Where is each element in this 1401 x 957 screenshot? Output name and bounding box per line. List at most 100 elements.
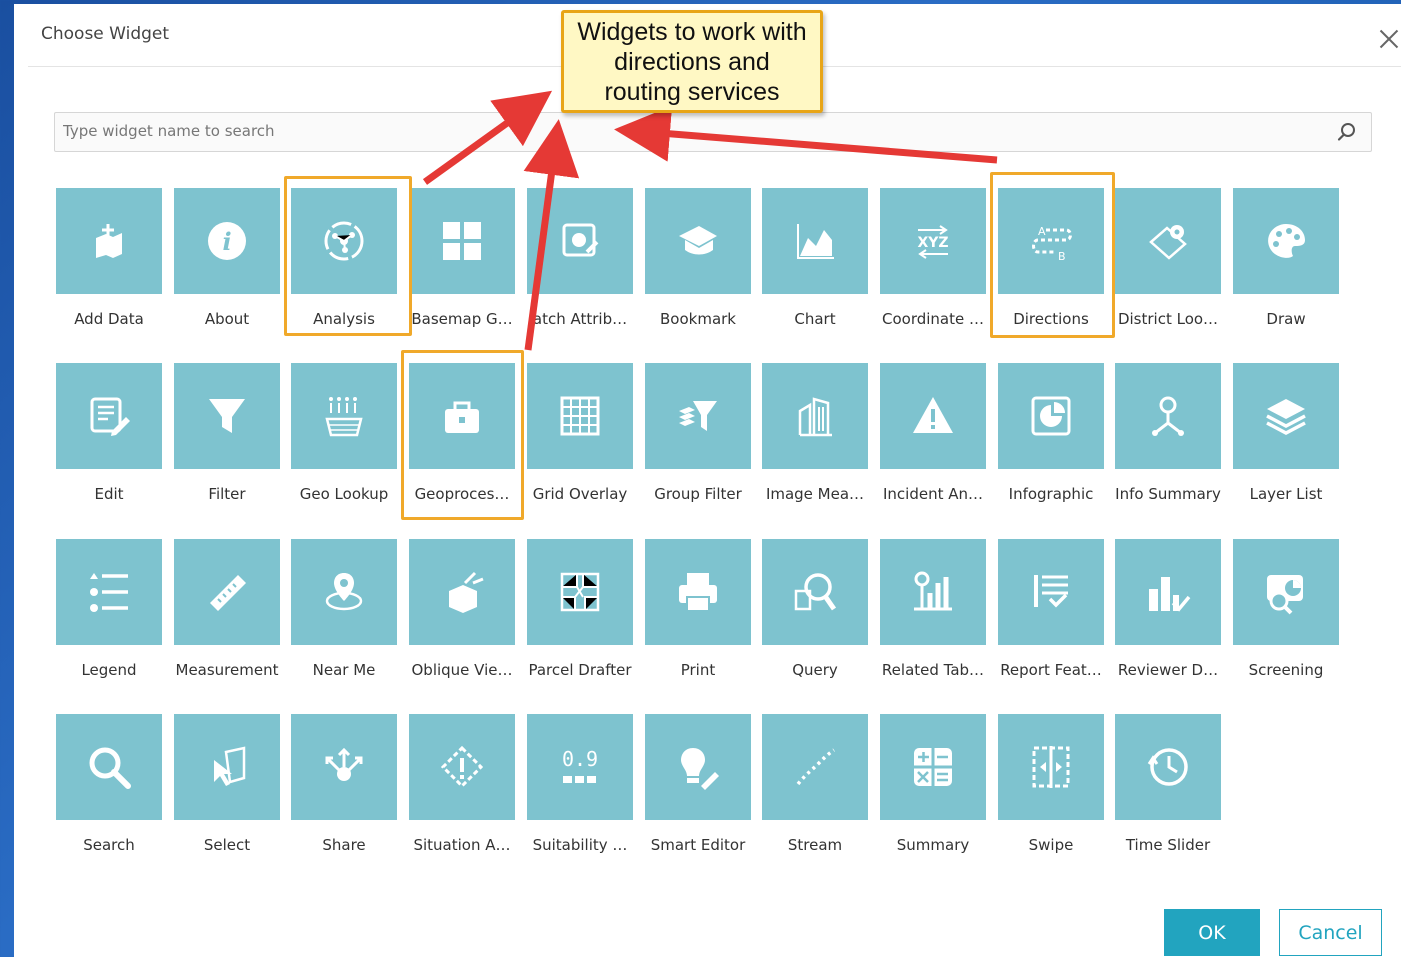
infographic-icon (1031, 396, 1071, 436)
widget-tile-printer[interactable]: Print (645, 539, 763, 704)
widget-tile-bookmark[interactable]: Bookmark (645, 188, 763, 353)
coordinate-icon: XYZ (917, 225, 949, 259)
widget-icon-box (645, 539, 751, 645)
widget-tile-ruler[interactable]: Measurement (174, 539, 292, 704)
widget-tile-draw[interactable]: Draw (1233, 188, 1351, 353)
widget-label: Analysis (313, 310, 375, 328)
widget-tile-smart-editor[interactable]: Smart Editor (645, 714, 763, 879)
widget-tile-suitability[interactable]: 0.9 Suitability … (527, 714, 645, 879)
close-icon[interactable] (1376, 26, 1401, 52)
widget-icon-box (174, 714, 280, 820)
widget-tile-summary[interactable]: Summary (880, 714, 998, 879)
widget-icon-box (291, 188, 397, 294)
widget-tile-add-data[interactable]: Add Data (56, 188, 174, 353)
widget-icon-box (527, 188, 633, 294)
widget-tile-related-table[interactable]: Related Tab… (880, 539, 998, 704)
widget-label: District Loo… (1117, 310, 1219, 328)
oblique-viewer-icon (449, 571, 484, 613)
widget-label: Related Tab… (881, 661, 985, 679)
widget-label: Swipe (1028, 836, 1074, 854)
draw-icon (1268, 224, 1305, 258)
widget-label: Coordinate … (882, 310, 984, 328)
widget-label: Summary (896, 836, 970, 854)
widget-icon-box (527, 363, 633, 469)
search-icon (89, 747, 131, 789)
widget-icon-box (1233, 539, 1339, 645)
widget-tile-report-feature[interactable]: Report Feat… (998, 539, 1116, 704)
widget-tile-filter[interactable]: Filter (174, 363, 292, 528)
widget-search-input[interactable] (55, 113, 1313, 149)
cancel-button[interactable]: Cancel (1279, 909, 1382, 956)
search-icon[interactable] (1337, 122, 1357, 142)
widget-tile-info[interactable]: i About (174, 188, 292, 353)
widget-label: Filter (208, 485, 246, 503)
widget-label: Layer List (1249, 485, 1323, 503)
grid-overlay-icon (560, 396, 600, 436)
widget-label: Basemap G… (411, 310, 513, 328)
widget-label: Info Summary (1115, 485, 1221, 503)
widget-tile-coordinate[interactable]: XYZ Coordinate … (880, 188, 998, 353)
widget-tile-directions[interactable]: A B Directions (998, 188, 1116, 353)
widget-tile-query[interactable]: Query (762, 539, 880, 704)
widget-tile-oblique-viewer[interactable]: Oblique Vie… (409, 539, 527, 704)
widget-icon-box (762, 188, 868, 294)
widget-tile-group-filter[interactable]: Group Filter (645, 363, 763, 528)
widget-tile-info-summary[interactable]: Info Summary (1115, 363, 1233, 528)
widget-label: Near Me (312, 661, 376, 679)
info-summary-icon (1152, 396, 1184, 436)
widget-tile-swipe[interactable]: Swipe (998, 714, 1116, 879)
widget-icon-box (409, 714, 515, 820)
directions-callout: Widgets to work with directions and rout… (561, 10, 823, 113)
widget-tile-layer-list[interactable]: Layer List (1233, 363, 1351, 528)
widget-tile-chart[interactable]: Chart (762, 188, 880, 353)
widget-label: Search (83, 836, 135, 854)
callout-line-2: directions and (614, 47, 770, 76)
widget-tile-situation-awareness[interactable]: Situation A… (409, 714, 527, 879)
widget-tile-analysis[interactable]: Analysis (291, 188, 409, 353)
widget-tile-near-me[interactable]: Near Me (291, 539, 409, 704)
share-icon (325, 747, 363, 781)
widget-icon-box (762, 714, 868, 820)
widget-icon-box (762, 363, 868, 469)
widget-tile-basemap-gallery[interactable]: Basemap G… (409, 188, 527, 353)
near-me-icon (325, 573, 363, 611)
add-data-icon (96, 224, 122, 258)
widget-tile-edit[interactable]: Edit (56, 363, 174, 528)
widget-tile-legend[interactable]: Legend (56, 539, 174, 704)
widget-label: Draw (1266, 310, 1306, 328)
widget-tile-district-lookup[interactable]: District Loo… (1115, 188, 1233, 353)
widget-icon-box (56, 188, 162, 294)
widget-tile-stream[interactable]: Stream (762, 714, 880, 879)
widget-tile-grid-overlay[interactable]: Grid Overlay (527, 363, 645, 528)
widget-label: Infographic (1008, 485, 1094, 503)
widget-tile-image-measurement[interactable]: Image Mea… (762, 363, 880, 528)
widget-tile-clock[interactable]: Time Slider (1115, 714, 1233, 879)
district-lookup-icon (1149, 225, 1187, 260)
widget-icon-box (1233, 188, 1339, 294)
ok-button[interactable]: OK (1164, 909, 1260, 956)
svg-text:A: A (1038, 225, 1046, 238)
widget-tile-incident-analysis[interactable]: Incident An… (880, 363, 998, 528)
widget-icon-box (880, 363, 986, 469)
widget-label: Oblique Vie… (411, 661, 513, 679)
widget-tile-reviewer-dashboard[interactable]: Reviewer D… (1115, 539, 1233, 704)
reviewer-dashboard-icon (1149, 577, 1191, 612)
widget-icon-box (56, 714, 162, 820)
widget-tile-batch-attribute[interactable]: atch Attrib… (527, 188, 645, 353)
widget-tile-geo-lookup[interactable]: Geo Lookup (291, 363, 409, 528)
widget-tile-search[interactable]: Search (56, 714, 174, 879)
chart-icon (797, 224, 834, 259)
filter-icon (209, 399, 245, 433)
svg-text:0.9: 0.9 (562, 747, 598, 771)
widget-tile-share[interactable]: Share (291, 714, 409, 879)
widget-tile-select[interactable]: Select (174, 714, 292, 879)
widget-tile-screening[interactable]: Screening (1233, 539, 1351, 704)
widget-label: Suitability … (532, 836, 628, 854)
widget-tile-infographic[interactable]: Infographic (998, 363, 1116, 528)
widget-tile-geoprocessing[interactable]: Geoproces… (409, 363, 527, 528)
widget-label: Edit (94, 485, 124, 503)
situation-awareness-icon (440, 745, 484, 789)
svg-text:B: B (1058, 250, 1066, 263)
widget-label: Chart (794, 310, 836, 328)
widget-tile-parcel-drafter[interactable]: Parcel Drafter (527, 539, 645, 704)
